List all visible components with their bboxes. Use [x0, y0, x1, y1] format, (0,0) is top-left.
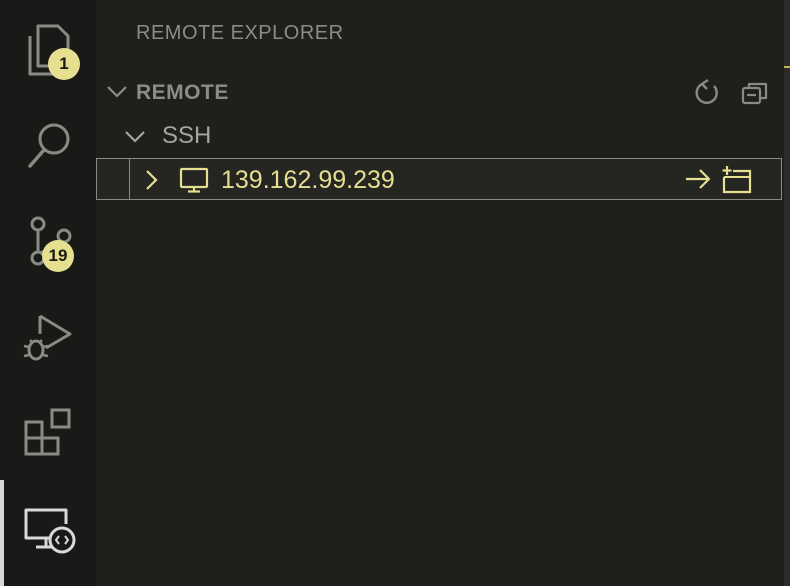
- refresh-icon[interactable]: [692, 78, 722, 108]
- remote-explorer-panel: REMOTE EXPLORER REMOTE SSH 139.162.99.23…: [96, 0, 790, 586]
- ssh-host-row[interactable]: 139.162.99.239: [96, 158, 782, 200]
- remote-explorer-icon: [24, 508, 76, 554]
- vscode-window: 1 19 REMOTE EXPLORER REMOTE SSH 139.162.…: [0, 0, 790, 586]
- scrollbar-marker: [784, 66, 790, 68]
- ssh-host-label: 139.162.99.239: [221, 166, 395, 194]
- run-debug-icon: [23, 314, 72, 361]
- panel-title: REMOTE EXPLORER: [136, 22, 344, 44]
- connect-in-new-window-icon[interactable]: [721, 165, 753, 195]
- activity-remote-explorer[interactable]: [0, 480, 96, 586]
- explorer-badge: 1: [48, 48, 80, 80]
- monitor-icon: [179, 167, 209, 193]
- collapse-all-icon[interactable]: [740, 78, 770, 108]
- chevron-down-icon: [125, 131, 145, 143]
- ssh-group-label: SSH: [162, 122, 212, 149]
- activity-source-control[interactable]: 19: [0, 200, 96, 296]
- remote-section-header[interactable]: REMOTE: [96, 72, 786, 112]
- search-icon: [28, 123, 70, 168]
- chevron-right-icon[interactable]: [143, 169, 159, 191]
- extensions-icon: [24, 408, 71, 456]
- chevron-down-icon: [107, 86, 127, 98]
- source-control-badge: 19: [42, 240, 74, 272]
- activity-extensions[interactable]: [0, 392, 96, 488]
- activity-explorer[interactable]: 1: [0, 0, 96, 96]
- tree-indent-guide: [129, 159, 130, 199]
- activity-run-and-debug[interactable]: [0, 296, 96, 392]
- activity-search[interactable]: [0, 100, 96, 196]
- ssh-group[interactable]: SSH: [96, 116, 786, 156]
- section-title: REMOTE: [136, 81, 229, 104]
- connect-in-current-window-icon[interactable]: [683, 165, 713, 193]
- activity-bar: 1 19: [0, 0, 96, 586]
